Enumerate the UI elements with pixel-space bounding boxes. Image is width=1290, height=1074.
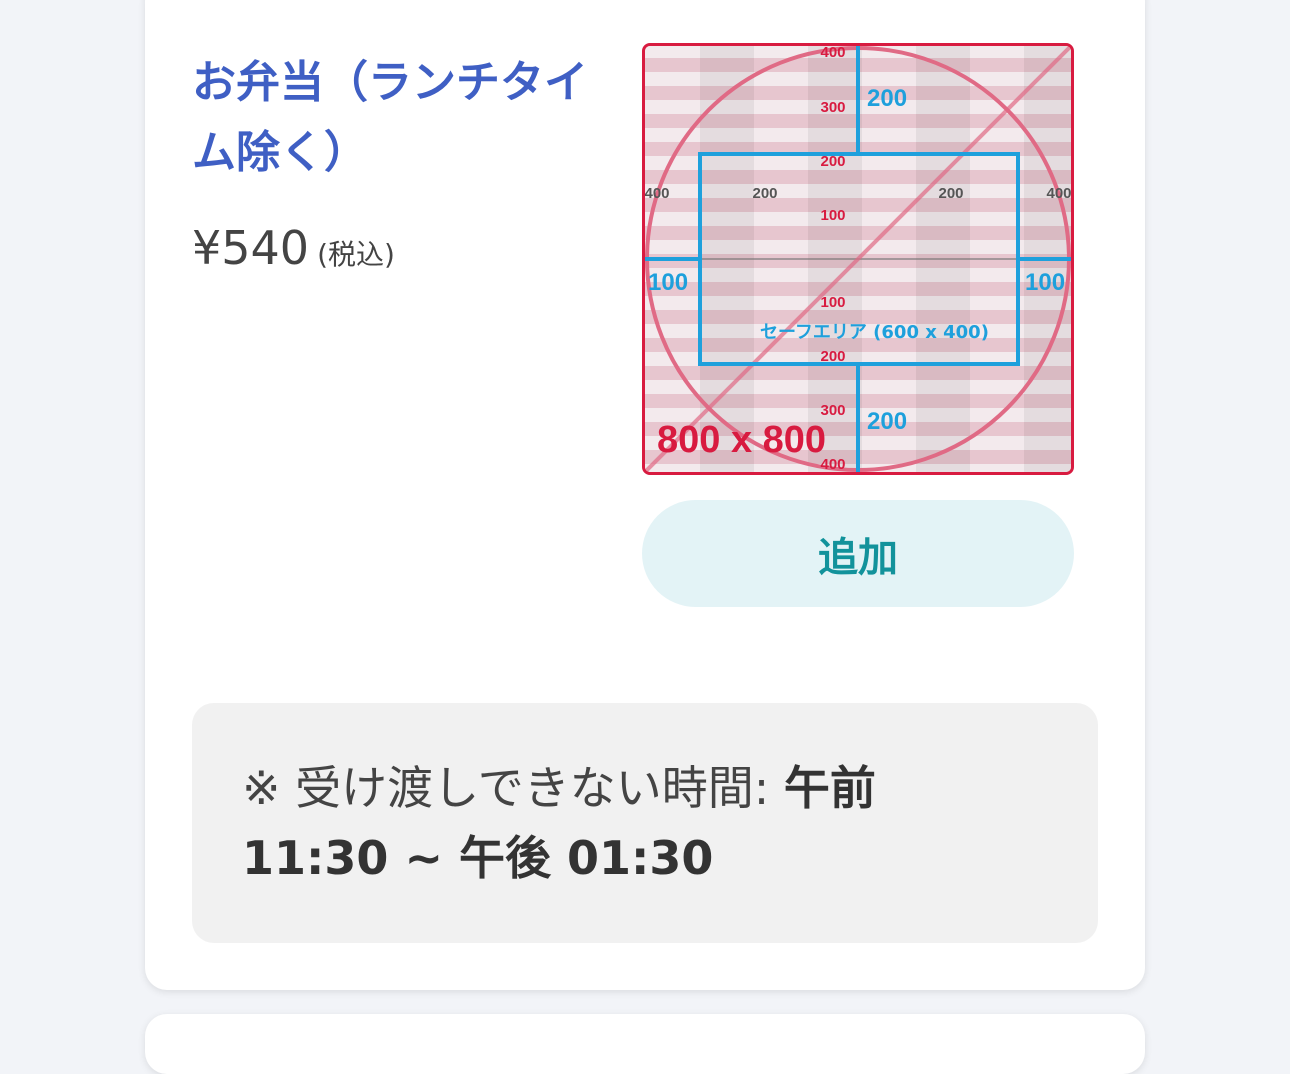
pickup-notice-text: ※ 受け渡しできない時間: 午前 11:30 ~ 午後 01:30: [242, 753, 942, 893]
red-label-100-bottom: 100: [820, 294, 845, 311]
item-image-placeholder[interactable]: 400 300 200 100 100 200 300 400 400 200 …: [642, 43, 1074, 475]
size-label: 800 x 800: [657, 419, 826, 461]
gray-label-400-right: 400: [1046, 185, 1071, 202]
item-price-row: ¥540 (税込): [192, 218, 395, 285]
item-price: ¥540: [192, 221, 310, 275]
tax-note: (税込): [317, 238, 395, 271]
item-title[interactable]: お弁当（ランチタイム除く）: [192, 48, 592, 188]
red-label-200-bottom: 200: [820, 348, 845, 365]
red-label-200-top: 200: [820, 153, 845, 170]
blue-label-100-left: 100: [648, 269, 688, 296]
red-label-300-bottom: 300: [820, 402, 845, 419]
add-button[interactable]: 追加: [642, 500, 1074, 607]
red-label-100-top: 100: [820, 207, 845, 224]
red-label-400-top: 400: [820, 46, 845, 61]
gray-label-200-right: 200: [938, 185, 963, 202]
blue-label-200-top: 200: [867, 85, 907, 112]
gray-label-400-left: 400: [645, 185, 670, 202]
pickup-notice: ※ 受け渡しできない時間: 午前 11:30 ~ 午後 01:30: [192, 703, 1098, 943]
notice-prefix: ※ 受け渡しできない時間:: [242, 761, 784, 815]
red-label-300-top: 300: [820, 99, 845, 116]
safe-area-label: セーフエリア (600 x 400): [760, 322, 989, 343]
next-menu-item-card: [145, 1014, 1145, 1074]
blue-label-200-bottom: 200: [867, 408, 907, 435]
safe-area-guide-graphic: 400 300 200 100 100 200 300 400 400 200 …: [645, 46, 1071, 472]
gray-label-200-left: 200: [752, 185, 777, 202]
blue-label-100-right: 100: [1025, 269, 1065, 296]
